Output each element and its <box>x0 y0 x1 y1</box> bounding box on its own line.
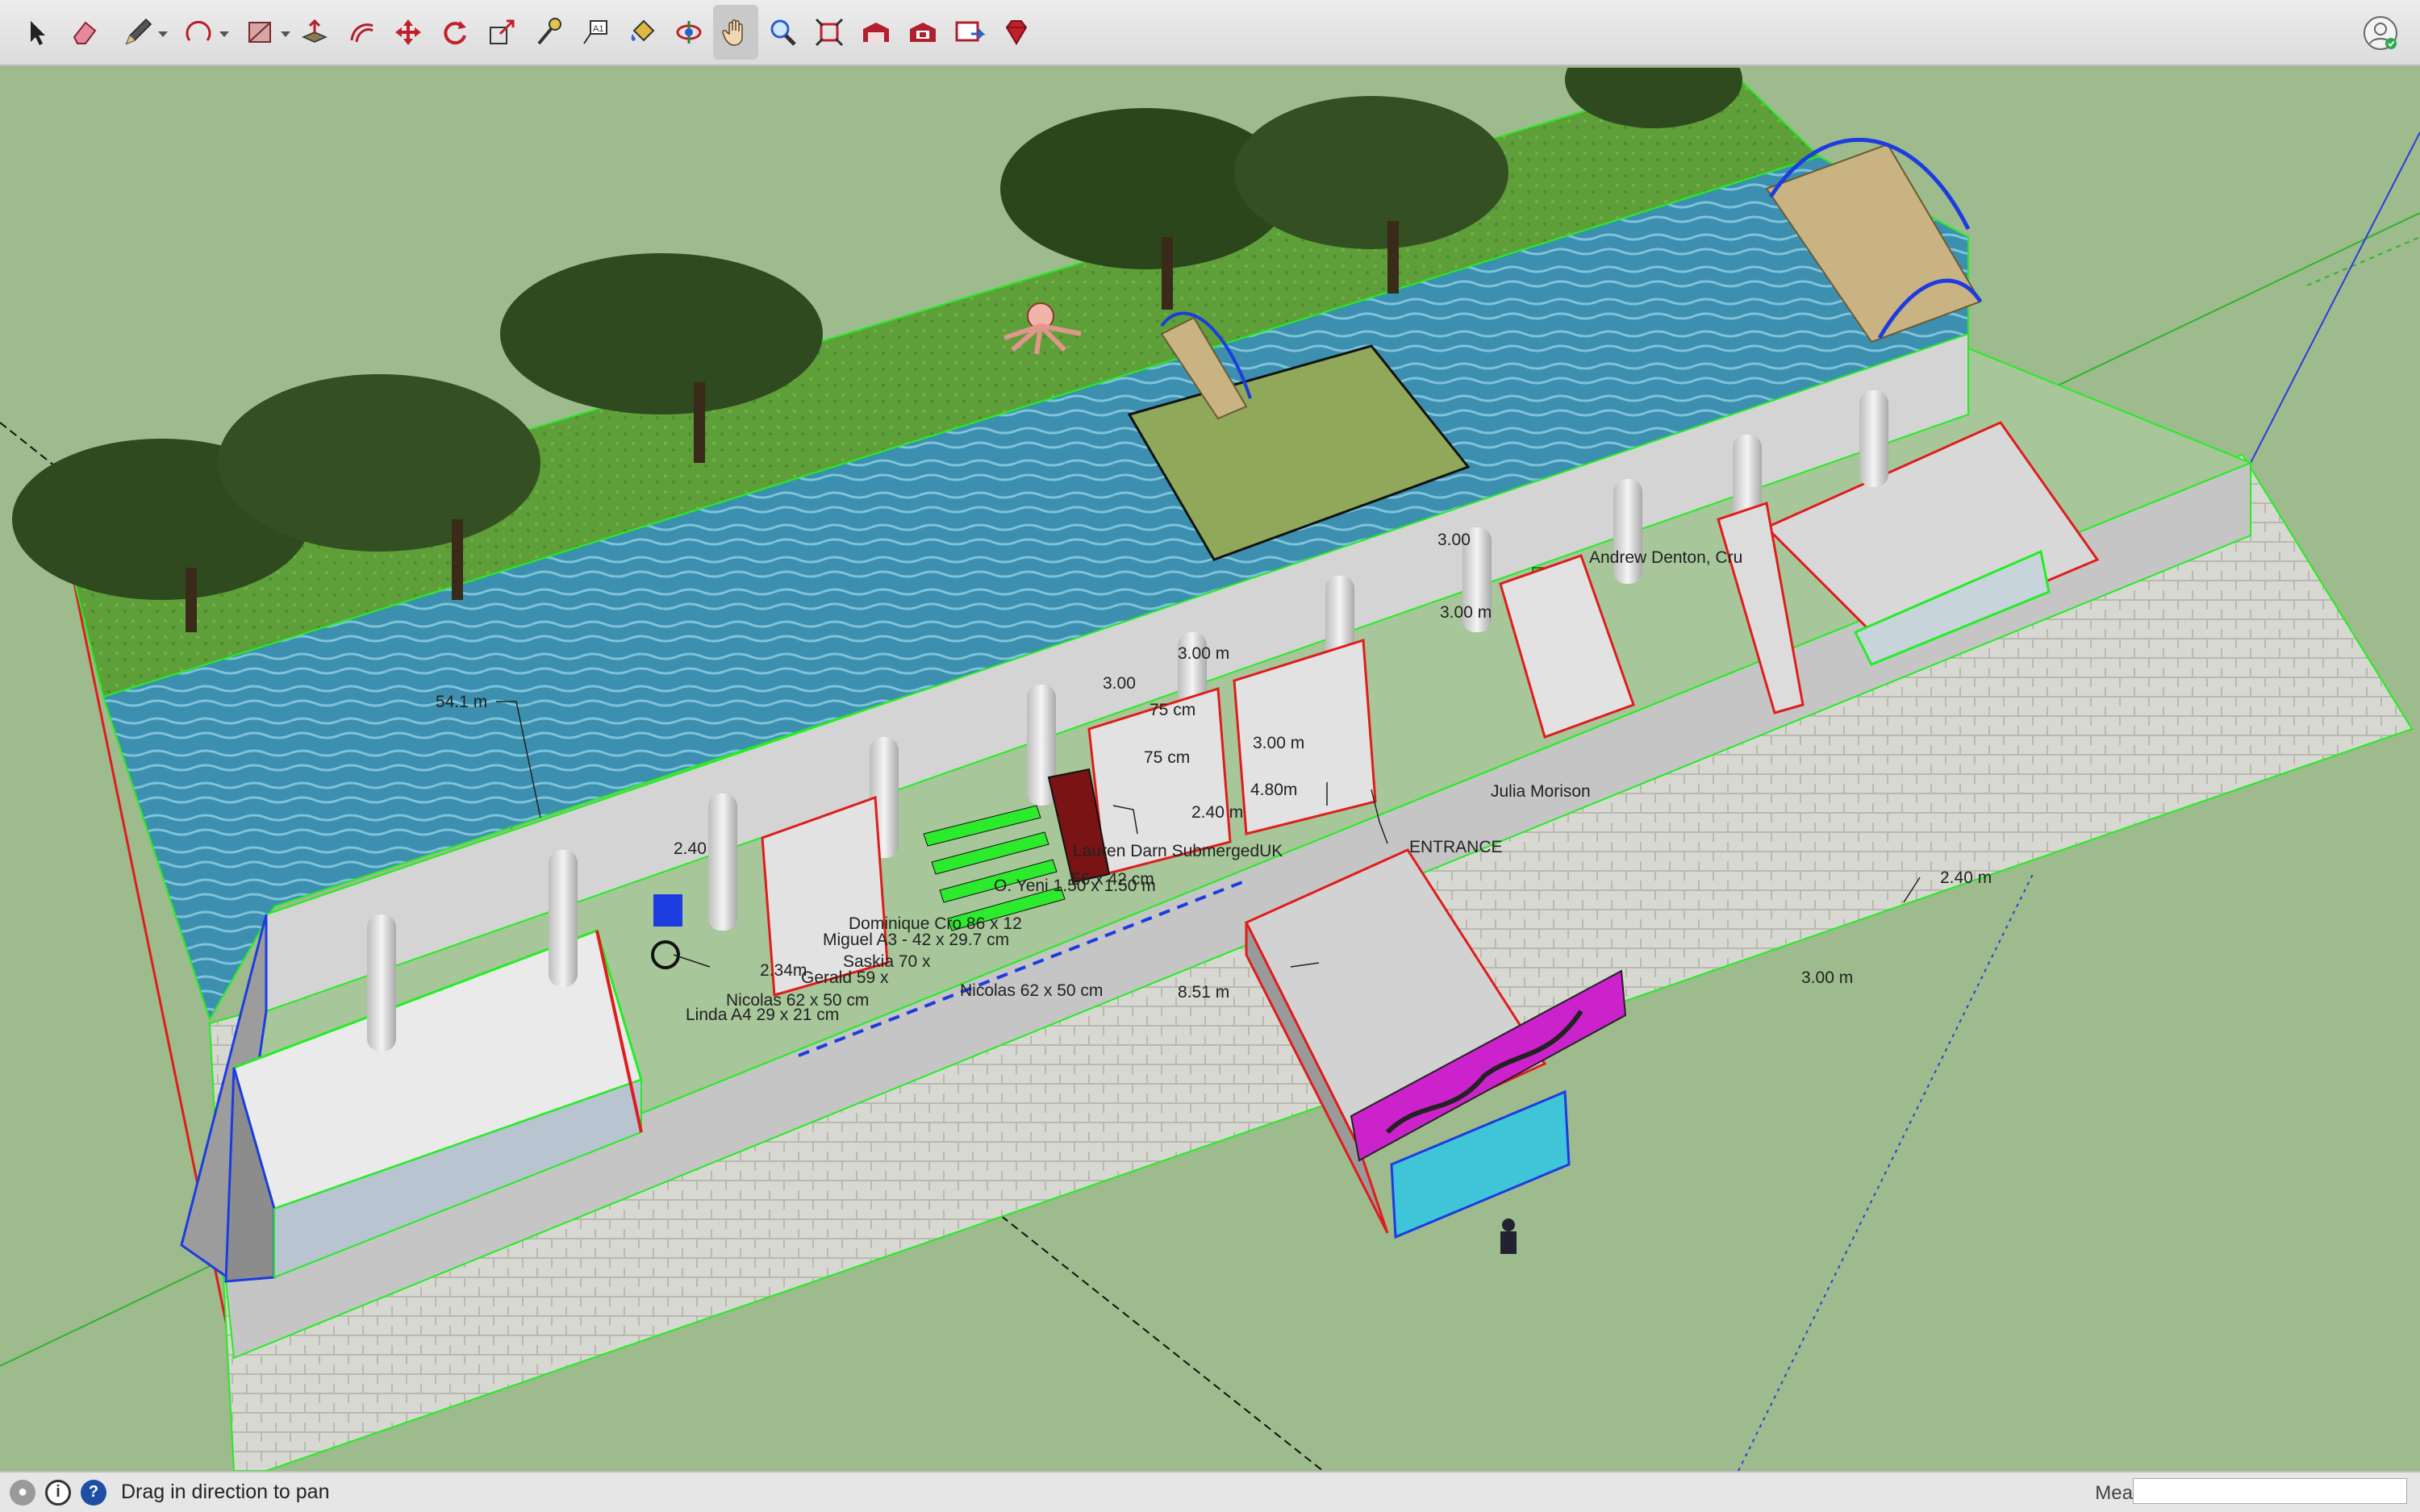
artwork-label: Linda A4 29 x 21 cm <box>686 1006 840 1024</box>
zoom-icon <box>770 19 796 46</box>
arc-tool-button[interactable] <box>169 5 229 60</box>
tape-measure-tool-button[interactable] <box>526 5 571 60</box>
zoom-extents-tool-button[interactable] <box>807 5 852 60</box>
tree <box>500 253 823 414</box>
artwork-label: Nicolas 62 x 50 cm <box>960 981 1104 1000</box>
tree <box>218 374 540 552</box>
extension-warehouse-button[interactable] <box>900 5 945 60</box>
model-viewport[interactable]: 54.1 m 2.40 2.34m Nicolas 62 x 50 cm Lin… <box>0 68 2420 1471</box>
paint-bucket-icon <box>631 19 655 42</box>
send-to-layout-button[interactable] <box>947 5 992 60</box>
send-to-layout-icon <box>955 21 986 42</box>
ruby-console-button[interactable] <box>994 5 1039 60</box>
credits-icon[interactable]: i <box>45 1479 71 1506</box>
user-profile-icon <box>2364 16 2397 50</box>
orbit-icon <box>676 21 702 44</box>
push-pull-icon <box>302 19 328 43</box>
main-toolbar: A1 <box>0 0 2420 66</box>
help-icon[interactable]: ? <box>81 1479 106 1506</box>
column <box>1613 479 1642 584</box>
dimension-label: 3.00 m <box>1253 734 1305 752</box>
dimension-label: 2.40 m <box>1940 868 1992 887</box>
user-profile-button[interactable] <box>2362 15 2399 52</box>
tree-trunk <box>1387 221 1399 294</box>
scale-icon <box>490 19 515 44</box>
tree-trunk <box>452 519 463 600</box>
paint-bucket-tool-button[interactable] <box>620 5 665 60</box>
dimension-label: 2.34m <box>760 961 807 980</box>
column <box>367 914 396 1052</box>
offset-icon <box>350 23 373 43</box>
person-figure <box>1500 1218 1517 1254</box>
rectangle-icon <box>248 22 271 43</box>
tree <box>1234 96 1508 249</box>
tree-trunk <box>694 382 705 463</box>
model-scene <box>0 68 2420 1471</box>
move-tool-button[interactable] <box>386 5 431 60</box>
arc-icon <box>186 20 211 41</box>
dimension-label: 8.51 m <box>1178 983 1230 1002</box>
rotate-tool-button[interactable] <box>432 5 478 60</box>
orbit-tool-button[interactable] <box>666 5 711 60</box>
dimension-label: 3.00 <box>1437 531 1471 549</box>
push-pull-tool-button[interactable] <box>292 5 337 60</box>
status-message: Drag in direction to pan <box>121 1481 330 1503</box>
chevron-down-icon[interactable] <box>281 31 290 37</box>
zoom-tool-button[interactable] <box>760 5 805 60</box>
line-tool-button[interactable] <box>108 5 168 60</box>
axis-green-dotted-line <box>2306 236 2420 286</box>
tree-trunk <box>1162 237 1173 310</box>
scale-tool-button[interactable] <box>479 5 524 60</box>
eraser-icon <box>73 21 97 44</box>
shape-tool-button[interactable] <box>231 5 290 60</box>
column <box>1859 390 1888 487</box>
pencil-icon <box>125 18 152 45</box>
dimension-label: 2.40 m <box>1191 803 1244 822</box>
rotate-icon <box>444 21 466 45</box>
tree-trunk <box>186 568 197 632</box>
select-arrow-icon <box>31 21 45 45</box>
offset-tool-button[interactable] <box>339 5 384 60</box>
text-icon: A1 <box>583 20 607 44</box>
select-tool-button[interactable] <box>15 5 60 60</box>
artwork-label: Saskia 70 x <box>843 952 931 971</box>
dimension-label: 54.1 m <box>436 693 488 711</box>
3d-warehouse-icon <box>863 23 889 42</box>
artwork-label: Lauren Darn SubmergedUK <box>1073 842 1283 860</box>
entrance-label: ENTRANCE <box>1409 838 1503 856</box>
column <box>708 793 737 931</box>
dimension-label: 3.00 m <box>1178 644 1230 663</box>
svg-text:A1: A1 <box>593 24 603 34</box>
status-bar: ● i ? Drag in direction to pan Measureme… <box>0 1471 2420 1512</box>
extension-warehouse-icon <box>910 23 936 42</box>
artwork-label: Julia Morison <box>1491 782 1591 801</box>
axis-blue-dotted-line <box>1738 873 2034 1471</box>
dimension-label: 3.00 m <box>1801 968 1854 987</box>
warehouse-button[interactable] <box>853 5 899 60</box>
dimension-label: 3.00 <box>1103 674 1136 693</box>
dimension-label: 75 cm <box>1150 701 1196 719</box>
dimension-label: 75 cm <box>1144 748 1191 767</box>
dimension-label: 2.40 <box>674 839 707 858</box>
artwork-label: Dominique Cro 86 x 12 <box>849 914 1022 933</box>
text-tool-button[interactable]: A1 <box>573 5 618 60</box>
artwork-label: Andrew Denton, Cru <box>1589 548 1743 567</box>
geo-location-icon[interactable]: ● <box>10 1479 35 1506</box>
measurements-input[interactable] <box>2133 1478 2407 1504</box>
tape-measure-icon <box>537 18 561 45</box>
dimension-label: 4.80m <box>1250 781 1298 799</box>
chevron-down-icon[interactable] <box>219 31 229 37</box>
pan-hand-icon <box>722 19 743 46</box>
artwork-label: 56 x 42 cm <box>1071 870 1154 889</box>
pan-tool-button[interactable] <box>713 5 758 60</box>
column <box>549 850 578 987</box>
chevron-down-icon[interactable] <box>158 31 168 37</box>
dimension-label: 3.00 m <box>1440 603 1492 622</box>
move-icon <box>395 19 421 45</box>
zoom-extents-icon <box>815 18 844 47</box>
ruby-gem-icon <box>1005 20 1028 45</box>
eraser-tool-button[interactable] <box>61 5 106 60</box>
axis-blue-line <box>2250 131 2420 464</box>
